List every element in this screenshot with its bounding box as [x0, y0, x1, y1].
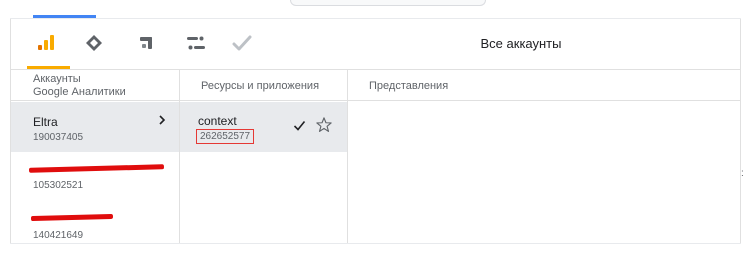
star-icon[interactable] — [315, 116, 333, 134]
account-id: 190037405 — [33, 132, 84, 143]
product-bar: Все аккаунты — [11, 19, 740, 69]
redaction-mark — [28, 164, 165, 173]
account-item[interactable]: 105302521 — [11, 157, 179, 201]
search-bar-edge[interactable] — [290, 0, 486, 6]
account-item[interactable]: Eltra 190037405 — [11, 102, 179, 152]
optimize-icon[interactable] — [83, 32, 105, 54]
account-id: 105302521 — [33, 180, 84, 191]
column-divider — [347, 69, 348, 243]
data-studio-icon[interactable] — [185, 32, 207, 54]
accounts-column-header: Аккаунты Google Аналитики — [33, 73, 126, 104]
check-icon — [293, 120, 306, 131]
analytics-icon[interactable] — [35, 32, 57, 54]
accounts-header-line1: Аккаунты — [33, 73, 81, 85]
account-id: 140421649 — [33, 230, 84, 241]
property-id: 262652577 — [196, 129, 255, 144]
chevron-right-icon — [159, 115, 166, 125]
bottom-divider — [10, 243, 741, 244]
surveys-icon[interactable] — [231, 32, 253, 54]
column-headers: Аккаунты Google Аналитики Ресурсы и прил… — [11, 69, 740, 101]
property-name: context — [198, 114, 237, 128]
tag-manager-icon[interactable] — [135, 32, 157, 54]
account-name: Eltra — [33, 115, 58, 129]
account-picker-panel: Все аккаунты Аккаунты Google Аналитики Р… — [10, 19, 741, 243]
accounts-header-line2: Google Аналитики — [33, 86, 126, 98]
views-column-header: Представления — [369, 80, 449, 92]
redaction-mark — [30, 213, 114, 222]
account-item[interactable]: 140421649 — [11, 207, 179, 243]
property-item[interactable]: context 262652577 — [180, 102, 347, 152]
page-title: Все аккаунты — [480, 36, 562, 51]
column-divider — [179, 69, 180, 243]
edge-mark: : — [741, 168, 744, 179]
